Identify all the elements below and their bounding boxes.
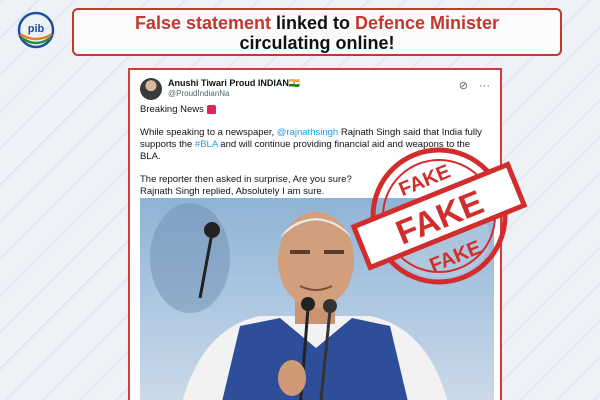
headline-line-1: False statement linked to Defence Minist… (74, 13, 560, 33)
tweet-header: Anushi Tiwari Proud INDIAN🇮🇳 @ProudIndia… (140, 76, 490, 102)
hashtag-link[interactable]: #BLA (195, 139, 218, 150)
headline-banner: False statement linked to Defence Minist… (72, 8, 562, 56)
breaking-news-text: Breaking News (140, 104, 204, 115)
tweet-breaking-line: Breaking News (140, 104, 492, 116)
fake-stamp: FAKE FAKE FAKE (350, 147, 528, 285)
avatar[interactable] (140, 78, 162, 100)
tweet-header-icons: ⊘ ··· (451, 79, 490, 92)
grok-icon[interactable]: ⊘ (459, 80, 468, 92)
headline-linked-to: linked to (271, 13, 356, 33)
tweet-text-segment: While speaking to a newspaper, (140, 127, 277, 138)
mention-link[interactable]: @rajnathsingh (277, 127, 338, 138)
svg-text:pib: pib (28, 23, 45, 35)
siren-icon (206, 104, 216, 114)
user-name[interactable]: Anushi Tiwari Proud INDIAN🇮🇳 (168, 78, 300, 89)
user-handle[interactable]: @ProudIndianNa (168, 89, 230, 98)
headline-line-2: circulating online! (239, 33, 395, 53)
pib-logo-icon: pib (17, 11, 55, 49)
headline-defence-minister: Defence Minister (355, 13, 500, 33)
tweet-text-line: The reporter then asked in surprise, Are… (140, 174, 352, 185)
tweet-text-line: Rajnath Singh replied, Absolutely I am s… (140, 186, 325, 197)
headline-false-statement: False statement (134, 13, 271, 33)
more-icon[interactable]: ··· (479, 80, 490, 92)
